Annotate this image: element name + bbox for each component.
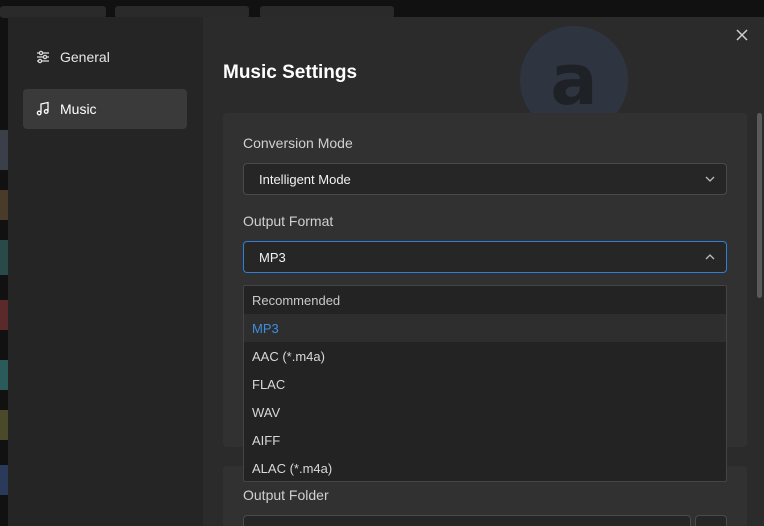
sliders-icon [35, 49, 51, 65]
dropdown-group-header: Recommended [252, 292, 341, 308]
page-title: Music Settings [223, 62, 358, 83]
conversion-mode-select[interactable]: Intelligent Mode [243, 163, 727, 195]
sidebar-item-music[interactable]: Music [23, 89, 187, 129]
output-format-dropdown: Recommended MP3 AAC (*.m4a) FLAC WAV AIF… [243, 285, 727, 482]
settings-dialog: General Music a Music Settings Conversio… [8, 17, 764, 526]
dropdown-option-wav[interactable]: WAV [244, 398, 726, 426]
chevron-down-icon [704, 173, 716, 185]
music-note-icon [35, 101, 51, 117]
sidebar-item-label: Music [60, 101, 97, 117]
output-format-select[interactable]: MP3 [243, 241, 727, 273]
background-thumbnail [0, 240, 8, 275]
background-thumbnail [0, 300, 8, 330]
settings-sidebar: General Music [8, 17, 203, 526]
dropdown-option-aac[interactable]: AAC (*.m4a) [244, 342, 726, 370]
conversion-mode-value: Intelligent Mode [259, 171, 351, 187]
background-thumbnail [0, 130, 8, 170]
dropdown-option-mp3[interactable]: MP3 [244, 314, 726, 342]
dropdown-option-aiff[interactable]: AIFF [244, 426, 726, 454]
dropdown-option-flac[interactable]: FLAC [244, 370, 726, 398]
output-format-value: MP3 [259, 249, 286, 265]
output-folder-label: Output Folder [243, 487, 329, 503]
background-thumbnail [0, 465, 8, 495]
browse-folder-button[interactable] [695, 515, 727, 526]
sidebar-item-label: General [60, 49, 110, 65]
output-format-label: Output Format [243, 213, 334, 229]
output-folder-input[interactable] [243, 515, 691, 526]
conversion-mode-label: Conversion Mode [243, 135, 353, 151]
close-icon[interactable] [734, 27, 750, 43]
background-thumbnail [0, 360, 8, 390]
chevron-up-icon [704, 251, 716, 263]
background-thumbnail [0, 410, 8, 440]
background-thumbnail [0, 190, 8, 220]
scrollbar-thumb[interactable] [757, 113, 762, 298]
settings-main: a Music Settings Conversion Mode Intelli… [203, 17, 764, 526]
sidebar-item-general[interactable]: General [23, 37, 187, 77]
dropdown-option-alac[interactable]: ALAC (*.m4a) [244, 454, 726, 482]
